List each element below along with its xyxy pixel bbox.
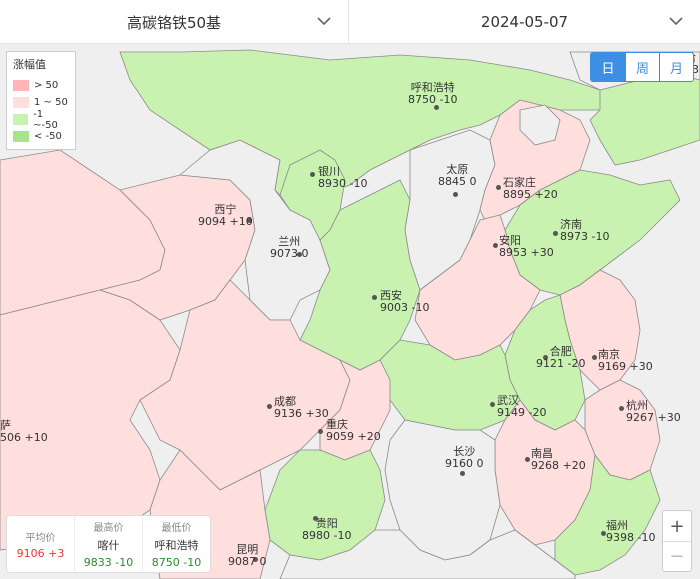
city-dot[interactable] xyxy=(372,295,377,300)
city-dot[interactable] xyxy=(493,243,498,248)
zoom-control: + − xyxy=(662,510,692,572)
city-label: 武汉 9149 -20 xyxy=(497,394,547,419)
china-price-map[interactable]: 呼和浩特 8750 -10 银川 8930 -10 太原 8845 0 石家庄 8895… xyxy=(0,44,700,579)
city-label: 杭州 9267 +30 xyxy=(626,399,681,424)
legend-item[interactable]: -1 ~-50 xyxy=(13,109,69,131)
city-label: 济南 8973 -10 xyxy=(560,218,610,243)
max-price: 最高价 喀什 9833 -10 xyxy=(74,516,142,572)
city-dot[interactable] xyxy=(318,429,323,434)
city-dot[interactable] xyxy=(496,185,501,190)
legend-title: 涨幅值 xyxy=(13,58,46,71)
city-label: 南京 9169 +30 xyxy=(598,348,653,373)
city-label: 西宁 9094 +10 xyxy=(198,203,253,228)
city-label: 重庆 9059 +20 xyxy=(326,418,381,443)
city-label: 昆明 9087 0 xyxy=(228,543,267,568)
legend-swatch xyxy=(13,80,29,91)
city-dot[interactable] xyxy=(310,172,315,177)
product-label: 高碳铬铁50基 xyxy=(126,13,222,32)
province-shapes xyxy=(0,49,700,579)
zoom-in-button[interactable]: + xyxy=(663,511,691,541)
city-dot[interactable] xyxy=(490,402,495,407)
city-label: 萨 506 +10 xyxy=(0,419,48,444)
city-label: 成都 9136 +30 xyxy=(274,395,329,420)
tab-week[interactable]: 周 xyxy=(625,53,659,81)
city-dot[interactable] xyxy=(267,404,272,409)
date-label: 2024-05-07 xyxy=(480,13,569,31)
legend-swatch xyxy=(13,131,29,142)
legend: 涨幅值 > 50 1 ~ 50 -1 ~-50 < -50 xyxy=(6,51,76,150)
legend-item[interactable]: > 50 xyxy=(13,77,69,94)
city-dot[interactable] xyxy=(553,231,558,236)
min-price: 最低价 呼和浩特 8750 -10 xyxy=(142,516,210,572)
city-label: 合肥 9121 -20 xyxy=(536,345,586,370)
city-dot[interactable] xyxy=(460,471,465,476)
city-dot[interactable] xyxy=(592,355,597,360)
tab-month[interactable]: 月 xyxy=(659,53,693,81)
date-selector[interactable]: 2024-05-07 xyxy=(349,0,700,44)
price-summary: 平均价 9106 +3 最高价 喀什 9833 -10 最低价 呼和浩特 875… xyxy=(6,515,211,573)
city-label: 福州 9398 -10 xyxy=(606,519,656,544)
city-label: 呼和浩特 8750 -10 xyxy=(408,81,458,106)
legend-item[interactable]: < -50 xyxy=(13,128,69,145)
city-label: 贵阳 8980 -10 xyxy=(302,517,352,542)
legend-swatch xyxy=(13,97,29,108)
city-label: 银川 8930 -10 xyxy=(318,165,368,190)
legend-swatch xyxy=(13,114,29,125)
city-label: 石家庄 8895 +20 xyxy=(503,176,558,201)
top-bar: 高碳铬铁50基 2024-05-07 xyxy=(0,0,700,44)
city-label: 西安 9003 -10 xyxy=(380,289,430,314)
city-label: 长沙 9160 0 xyxy=(445,445,484,470)
avg-price: 平均价 9106 +3 xyxy=(16,532,65,560)
city-label: 南昌 9268 +20 xyxy=(531,447,586,472)
city-label: 安阳 8953 +30 xyxy=(499,234,554,259)
city-label: 太原 8845 0 xyxy=(438,163,477,188)
period-tabs: 日 周 月 xyxy=(590,52,694,82)
city-dot[interactable] xyxy=(525,457,530,462)
city-label: 兰州 9073 0 xyxy=(270,235,309,260)
city-dot[interactable] xyxy=(453,192,458,197)
city-dot[interactable] xyxy=(619,406,624,411)
zoom-out-button[interactable]: − xyxy=(663,541,691,571)
tab-day[interactable]: 日 xyxy=(591,53,625,81)
chevron-down-icon xyxy=(669,17,683,26)
chevron-down-icon xyxy=(317,17,331,26)
product-selector[interactable]: 高碳铬铁50基 xyxy=(0,0,349,44)
